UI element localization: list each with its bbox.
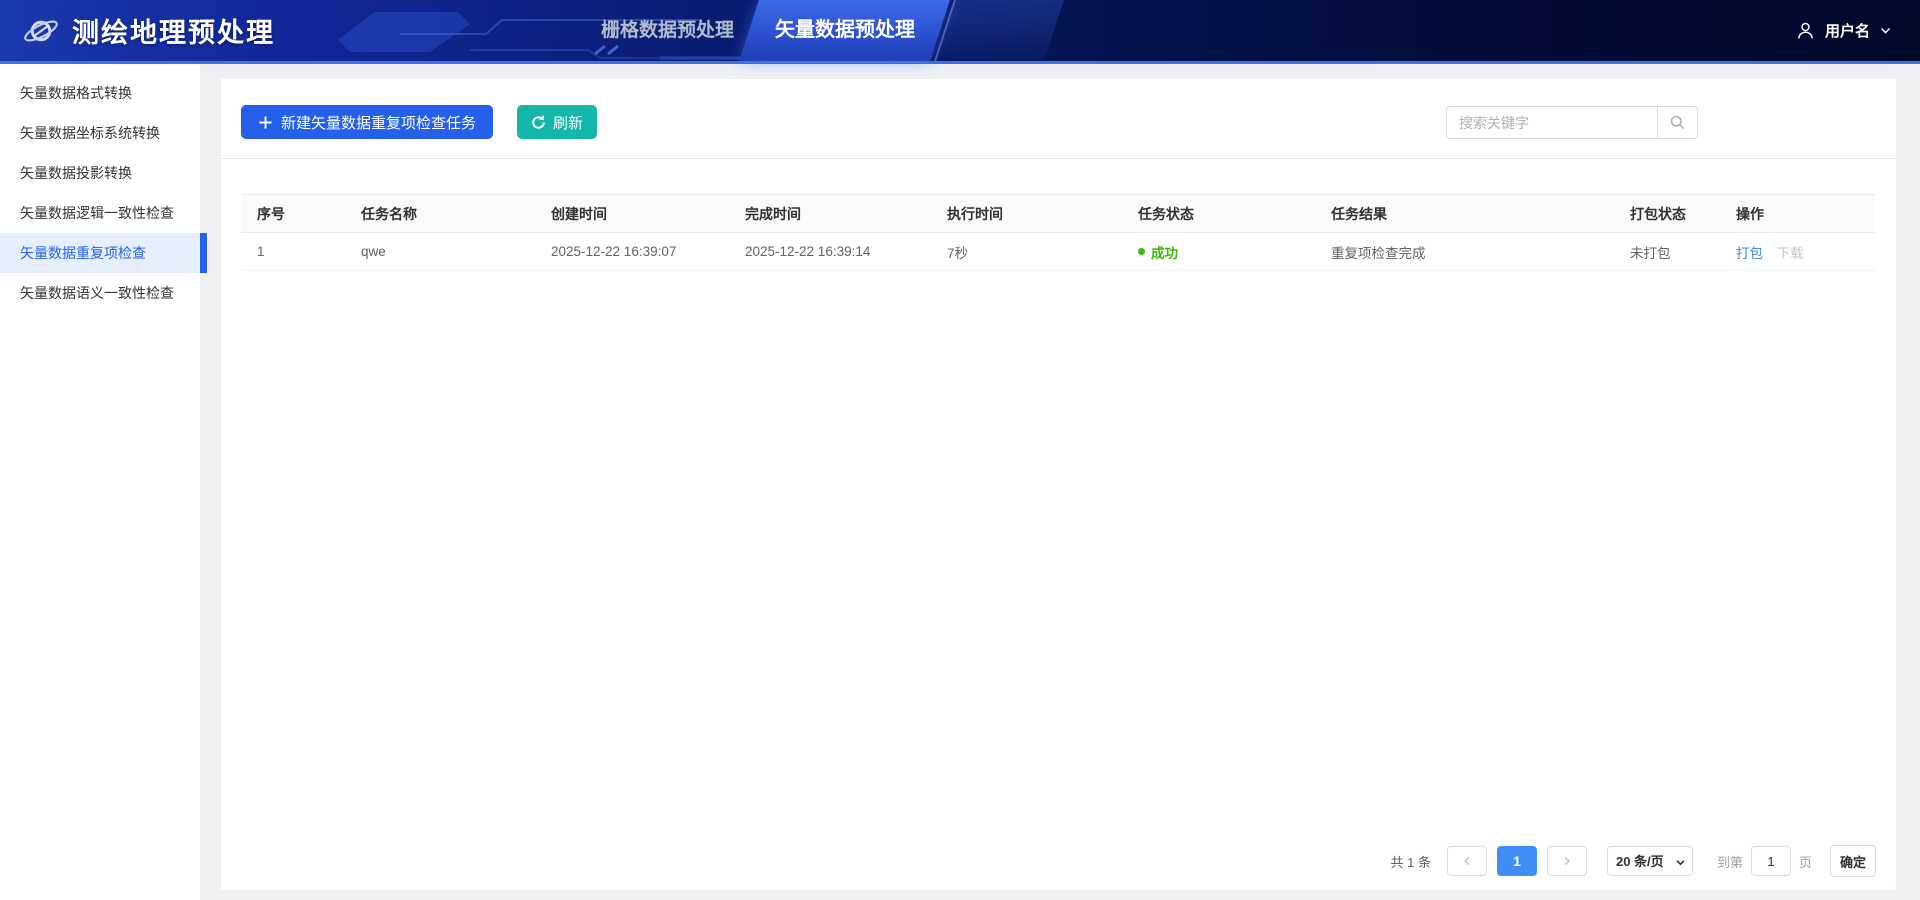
status-badge: 成功 bbox=[1151, 242, 1178, 262]
app-header: 测绘地理预处理 栅格数据预处理 矢量数据预处理 用户名 bbox=[0, 0, 1920, 64]
user-menu[interactable]: 用户名 bbox=[1795, 0, 1892, 61]
next-page-button[interactable] bbox=[1547, 846, 1587, 876]
toolbar: 新建矢量数据重复项检查任务 刷新 bbox=[241, 105, 597, 139]
goto-page-input[interactable] bbox=[1751, 846, 1791, 876]
col-package-status: 打包状态 bbox=[1614, 195, 1720, 233]
tab-raster-preprocess[interactable]: 栅格数据预处理 bbox=[590, 0, 745, 61]
tab-vector-preprocess[interactable]: 矢量数据预处理 bbox=[755, 0, 935, 61]
col-created-time: 创建时间 bbox=[535, 195, 729, 233]
refresh-icon bbox=[531, 115, 546, 130]
sidebar-item-projection-convert[interactable]: 矢量数据投影转换 bbox=[0, 153, 200, 193]
prev-page-button[interactable] bbox=[1447, 846, 1487, 876]
download-action-link[interactable]: 下载 bbox=[1777, 246, 1804, 261]
chevron-left-icon bbox=[1461, 855, 1473, 867]
col-result: 任务结果 bbox=[1315, 195, 1614, 233]
cell-duration: 7秒 bbox=[931, 233, 1122, 271]
user-icon bbox=[1795, 20, 1816, 41]
cell-status: 成功 bbox=[1122, 233, 1315, 271]
plus-icon bbox=[258, 115, 273, 130]
task-table: 序号 任务名称 创建时间 完成时间 执行时间 任务状态 任务结果 打包状态 操作… bbox=[241, 194, 1875, 271]
sidebar-item-semantic-check[interactable]: 矢量数据语义一致性检查 bbox=[0, 273, 200, 313]
search-input[interactable] bbox=[1447, 107, 1657, 138]
cell-created-time: 2025-12-22 16:39:07 bbox=[535, 233, 729, 271]
col-index: 序号 bbox=[241, 195, 345, 233]
header-tabs: 栅格数据预处理 矢量数据预处理 bbox=[0, 0, 1920, 61]
search-button[interactable] bbox=[1657, 107, 1697, 138]
goto-suffix-label: 页 bbox=[1799, 852, 1812, 871]
col-duration: 执行时间 bbox=[931, 195, 1122, 233]
goto-confirm-button[interactable]: 确定 bbox=[1830, 845, 1876, 877]
refresh-button-label: 刷新 bbox=[553, 112, 583, 133]
cell-finished-time: 2025-12-22 16:39:14 bbox=[729, 233, 931, 271]
col-actions: 操作 bbox=[1720, 195, 1875, 233]
total-count-label: 共 1 条 bbox=[1391, 852, 1431, 871]
cell-actions: 打包 下载 bbox=[1720, 233, 1875, 271]
page-size-select[interactable]: 20 条/页 bbox=[1607, 846, 1693, 876]
chevron-down-icon bbox=[1879, 24, 1892, 37]
cell-task-name: qwe bbox=[345, 233, 535, 271]
cell-package-status: 未打包 bbox=[1614, 233, 1720, 271]
page-size-select-wrap: 20 条/页 bbox=[1607, 846, 1693, 876]
table-row: 1 qwe 2025-12-22 16:39:07 2025-12-22 16:… bbox=[241, 233, 1875, 271]
table-header-row: 序号 任务名称 创建时间 完成时间 执行时间 任务状态 任务结果 打包状态 操作 bbox=[241, 195, 1875, 233]
main-content-card: 新建矢量数据重复项检查任务 刷新 序号 任务名 bbox=[221, 79, 1896, 890]
package-action-link[interactable]: 打包 bbox=[1736, 246, 1763, 261]
sidebar-item-format-convert[interactable]: 矢量数据格式转换 bbox=[0, 73, 200, 113]
sidebar-item-logic-check[interactable]: 矢量数据逻辑一致性检查 bbox=[0, 193, 200, 233]
sidebar-nav: 矢量数据格式转换 矢量数据坐标系统转换 矢量数据投影转换 矢量数据逻辑一致性检查… bbox=[0, 64, 200, 900]
sidebar-item-coordsys-convert[interactable]: 矢量数据坐标系统转换 bbox=[0, 113, 200, 153]
cell-index: 1 bbox=[241, 233, 345, 271]
col-task-name: 任务名称 bbox=[345, 195, 535, 233]
new-task-button-label: 新建矢量数据重复项检查任务 bbox=[281, 112, 476, 133]
goto-prefix-label: 到第 bbox=[1717, 852, 1743, 871]
search-icon bbox=[1669, 114, 1686, 131]
search-box bbox=[1446, 106, 1698, 139]
toolbar-divider bbox=[221, 158, 1896, 159]
refresh-button[interactable]: 刷新 bbox=[517, 105, 597, 139]
status-dot-icon bbox=[1138, 248, 1145, 255]
col-status: 任务状态 bbox=[1122, 195, 1315, 233]
sidebar-item-duplicate-check[interactable]: 矢量数据重复项检查 bbox=[0, 233, 200, 273]
page-1-button[interactable]: 1 bbox=[1497, 846, 1537, 876]
new-task-button[interactable]: 新建矢量数据重复项检查任务 bbox=[241, 105, 493, 139]
chevron-right-icon bbox=[1561, 855, 1573, 867]
active-tab-trailing-band bbox=[934, 0, 1064, 61]
pagination: 共 1 条 1 20 条/页 到第 页 确定 bbox=[1391, 845, 1877, 877]
user-name-label: 用户名 bbox=[1825, 20, 1870, 41]
col-finished-time: 完成时间 bbox=[729, 195, 931, 233]
cell-result: 重复项检查完成 bbox=[1315, 233, 1614, 271]
